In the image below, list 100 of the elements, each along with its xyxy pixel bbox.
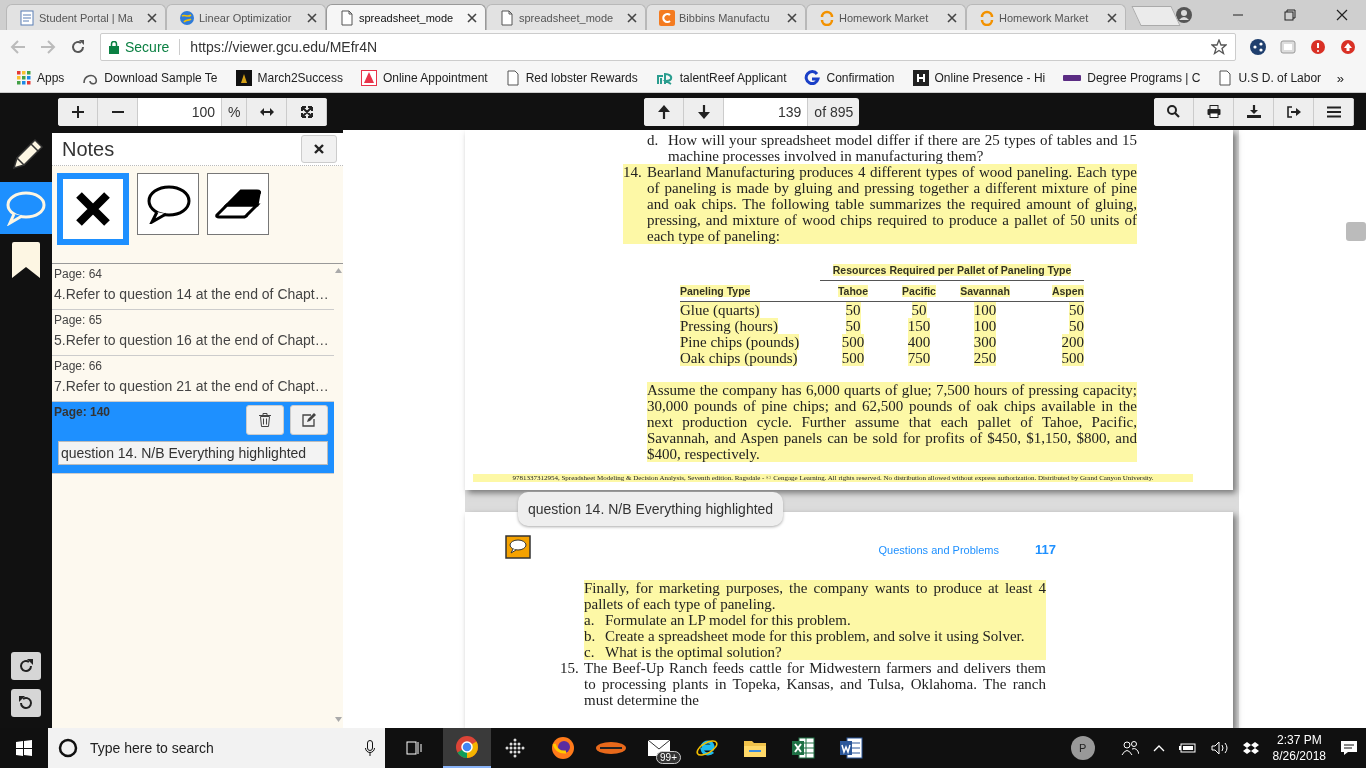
close-icon[interactable] bbox=[947, 12, 957, 23]
people-icon[interactable] bbox=[1120, 740, 1139, 756]
column-header: Aspen bbox=[1051, 285, 1084, 297]
browser-tab[interactable]: Homework Market bbox=[806, 4, 966, 30]
close-icon[interactable] bbox=[1336, 9, 1348, 21]
trash-icon bbox=[259, 413, 271, 427]
column-header: Paneling Type bbox=[680, 284, 751, 297]
browser-tab[interactable]: Student Portal | Ma bbox=[6, 4, 166, 30]
paragraph: Assume the company has 6,000 quarts of glue; 7,500 hours of pressing capacity; 30,000 pounds of pine chips; and 62,500 pounds of oak chips available in the next production cycle. Further assume that each pallet of Tahoe, Pacific, Savannah, and Aspen panels can be sold for profits of $450, $1,150, $800, and $400, respectively. bbox=[647, 382, 1137, 462]
close-icon[interactable] bbox=[467, 12, 477, 23]
avatar[interactable]: P bbox=[1070, 736, 1095, 760]
close-icon[interactable] bbox=[1107, 12, 1117, 23]
alert-icon[interactable] bbox=[1310, 39, 1326, 55]
close-button[interactable] bbox=[301, 135, 337, 163]
zoom-in-button[interactable] bbox=[58, 97, 98, 126]
apps-grid-icon bbox=[17, 71, 31, 85]
star-icon[interactable] bbox=[1211, 39, 1227, 55]
eraser-icon bbox=[215, 187, 261, 221]
notification-icon[interactable] bbox=[1340, 740, 1358, 756]
clock[interactable]: 2:37 PM 8/26/2018 bbox=[1272, 732, 1326, 764]
microphone-icon[interactable] bbox=[365, 740, 375, 756]
bookmark-icon[interactable] bbox=[10, 241, 42, 279]
bookmark-link[interactable]: U.S D. of Labor bbox=[1209, 70, 1331, 86]
browser-tab[interactable]: spreadsheet_mode bbox=[486, 4, 646, 30]
taskbar-app[interactable] bbox=[443, 728, 491, 768]
table-cell: 500 bbox=[841, 350, 865, 366]
reload-icon[interactable] bbox=[70, 39, 86, 55]
edit-button[interactable] bbox=[290, 405, 328, 435]
taskbar-app[interactable]: 99+ bbox=[635, 728, 683, 768]
column-header: Tahoe bbox=[837, 285, 869, 297]
bookmark-link[interactable]: talentReef Applicant bbox=[646, 70, 796, 86]
globe-logo-icon[interactable] bbox=[551, 736, 575, 760]
dots-icon[interactable] bbox=[504, 737, 526, 759]
document-icon[interactable] bbox=[839, 737, 863, 759]
close-icon[interactable] bbox=[307, 12, 317, 23]
search-button[interactable] bbox=[1154, 97, 1194, 126]
address-bar[interactable]: Secure https://viewer.gcu.edu/MEfr4N bbox=[100, 33, 1236, 61]
page-number: 117 bbox=[1035, 542, 1056, 558]
redo-button[interactable] bbox=[11, 652, 41, 680]
box-logo-icon[interactable] bbox=[1242, 741, 1259, 755]
note-page-label: Page: 140 bbox=[54, 405, 111, 419]
close-icon[interactable] bbox=[787, 12, 797, 23]
bookmark-link[interactable]: March2Success bbox=[226, 70, 352, 86]
panel-title: Notes bbox=[62, 137, 115, 161]
close-icon[interactable] bbox=[147, 12, 157, 23]
page-icon bbox=[505, 70, 520, 86]
page-field[interactable]: 139 bbox=[724, 97, 809, 126]
bookmark-link[interactable]: Online Appointment bbox=[351, 70, 497, 86]
bookmark-link[interactable]: Degree Programs | C bbox=[1054, 71, 1210, 85]
close-icon[interactable] bbox=[627, 12, 637, 23]
annotation-tool-button[interactable] bbox=[57, 173, 129, 245]
arcs-logo-icon bbox=[979, 9, 995, 26]
speaker-icon[interactable] bbox=[1210, 741, 1229, 755]
date-text: 8/26/2018 bbox=[1272, 748, 1326, 764]
new-tab-button[interactable] bbox=[1131, 6, 1181, 26]
up-arrow-icon bbox=[657, 104, 670, 119]
zoom-field[interactable]: 100 bbox=[138, 97, 222, 126]
bookmark-link[interactable]: Apps bbox=[8, 71, 74, 85]
note-page-label: Page: 66 bbox=[54, 359, 104, 373]
bookmark-link[interactable]: Online Presence - Hi bbox=[903, 70, 1055, 86]
table-cell: 300 bbox=[973, 334, 997, 350]
undo-button[interactable] bbox=[11, 689, 41, 717]
bookmark-link[interactable]: Red lobster Rewards bbox=[496, 70, 647, 86]
note-field[interactable]: question 14. N/B Everything highlighted bbox=[58, 441, 328, 465]
round-logo-icon[interactable] bbox=[455, 735, 479, 759]
search-bar[interactable]: Type here to search bbox=[48, 728, 385, 768]
task-view-icon[interactable] bbox=[406, 740, 422, 756]
folder-icon[interactable] bbox=[743, 738, 767, 758]
restore-icon[interactable] bbox=[1284, 9, 1296, 21]
note-item[interactable]: Page: 65 5.Refer to question 16 at the end of Chapt… bbox=[52, 310, 334, 356]
note-item[interactable]: Page: 64 4.Refer to question 14 at the end of Chapt… bbox=[52, 264, 334, 310]
menu-icon bbox=[1326, 105, 1341, 118]
item-letter: d. bbox=[647, 132, 660, 150]
browser-tab[interactable]: Linear Optimizatior bbox=[166, 4, 326, 30]
caret-icon[interactable] bbox=[1152, 744, 1165, 752]
profile-icon[interactable] bbox=[1176, 7, 1192, 23]
expand-icon bbox=[300, 105, 313, 118]
bookmark-link[interactable]: Confirmation bbox=[795, 70, 904, 86]
share-icon[interactable] bbox=[1250, 39, 1266, 55]
browser-tab[interactable]: spreadsheet_mode bbox=[326, 4, 486, 30]
bookmark-link[interactable]: Download Sample Te bbox=[73, 71, 227, 85]
more-bookmarks-button[interactable]: » bbox=[1336, 70, 1358, 86]
table-cell: 100 bbox=[973, 318, 997, 334]
battery-icon[interactable] bbox=[1178, 742, 1197, 754]
note-item[interactable]: Page: 140 question 14. N/B Everything highlighted bbox=[52, 402, 334, 474]
spreadsheet-icon[interactable] bbox=[791, 737, 815, 759]
browser-tab[interactable]: Bibbins Manufactu bbox=[646, 4, 806, 30]
browser-tab[interactable]: Homework Market bbox=[966, 4, 1126, 30]
delete-button[interactable] bbox=[246, 405, 284, 435]
count-badge: 99+ bbox=[656, 751, 681, 764]
url-text: https://viewer.gcu.edu/MEfr4N bbox=[190, 39, 378, 55]
annotation-tool-button[interactable] bbox=[207, 173, 269, 235]
speech-bubble-icon[interactable] bbox=[5, 190, 47, 226]
table-cell: Pressing (hours) bbox=[680, 318, 778, 334]
search-field[interactable]: Type here to search bbox=[88, 739, 355, 757]
table-cell: Oak chips (pounds) bbox=[680, 350, 798, 366]
previous-page-button[interactable] bbox=[644, 97, 685, 126]
arcs-logo-icon bbox=[819, 9, 835, 26]
annotation-tool-button[interactable] bbox=[137, 173, 199, 235]
comment-marker-icon[interactable] bbox=[505, 535, 531, 559]
